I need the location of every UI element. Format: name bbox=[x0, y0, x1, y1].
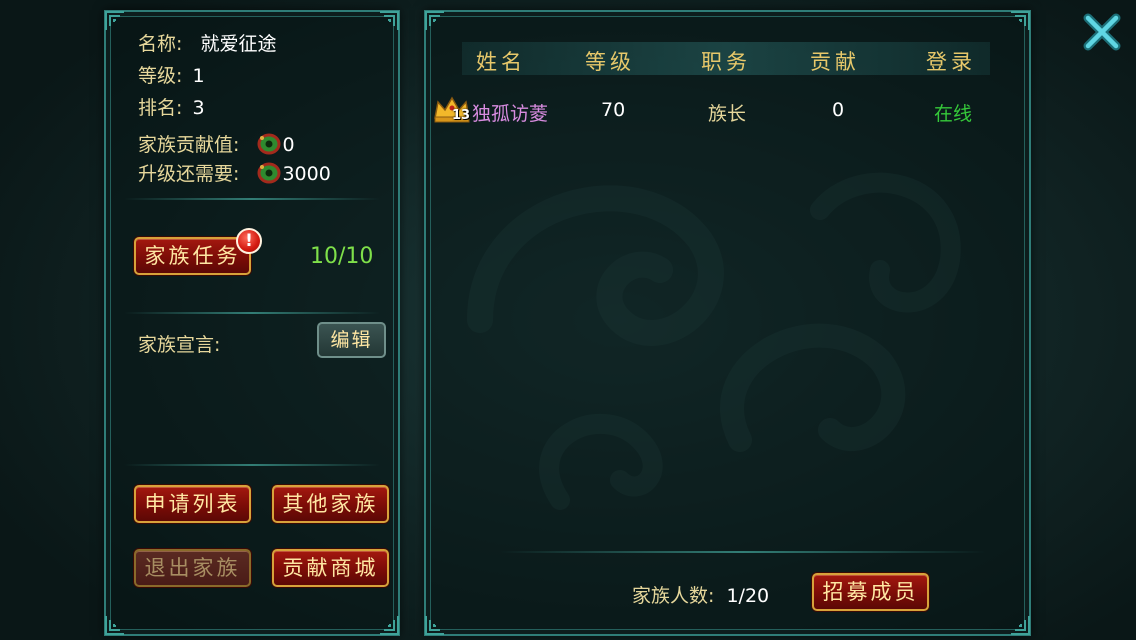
member-contribution: 0 bbox=[832, 99, 845, 121]
divider bbox=[124, 464, 380, 466]
member-count-label: 家族人数: bbox=[632, 585, 715, 607]
apply-list-button[interactable]: 申请列表 bbox=[134, 485, 251, 523]
header-contribution: 贡献 bbox=[810, 50, 860, 74]
corner-ornament bbox=[104, 10, 126, 32]
header-login: 登录 bbox=[926, 50, 976, 74]
family-rank-row: 排名: 3 bbox=[138, 93, 205, 120]
corner-ornament bbox=[424, 10, 446, 32]
contribution-shop-button[interactable]: 贡献商城 bbox=[272, 549, 389, 587]
header-level: 等级 bbox=[585, 50, 635, 74]
vip-level-badge: 13 bbox=[452, 108, 471, 123]
family-name-value: 就爱征途 bbox=[200, 33, 277, 55]
divider bbox=[124, 312, 380, 314]
divider bbox=[500, 551, 986, 553]
coin-icon bbox=[257, 133, 281, 155]
corner-ornament bbox=[378, 614, 400, 636]
alert-badge-icon: ! bbox=[236, 228, 262, 254]
corner-ornament bbox=[1009, 614, 1031, 636]
family-level-row: 等级: 1 bbox=[138, 61, 205, 88]
family-level-label: 等级: bbox=[138, 65, 183, 87]
corner-ornament bbox=[1009, 10, 1031, 32]
member-position: 族长 bbox=[708, 103, 747, 125]
upgrade-row: 升级还需要: 3000 bbox=[138, 159, 331, 186]
upgrade-value: 3000 bbox=[282, 163, 331, 185]
task-progress: 10/10 bbox=[310, 244, 374, 269]
family-level-value: 1 bbox=[192, 65, 205, 87]
contribution-row: 家族贡献值: 0 bbox=[138, 130, 295, 157]
corner-ornament bbox=[378, 10, 400, 32]
family-name-label: 名称: bbox=[138, 33, 183, 55]
leave-family-button[interactable]: 退出家族 bbox=[134, 549, 251, 587]
recruit-members-button[interactable]: 招募成员 bbox=[812, 573, 929, 611]
coin-icon bbox=[257, 162, 281, 184]
corner-ornament bbox=[104, 614, 126, 636]
contribution-label: 家族贡献值: bbox=[138, 134, 240, 156]
contribution-value: 0 bbox=[282, 134, 295, 156]
header-name: 姓名 bbox=[476, 50, 526, 74]
member-count-row: 家族人数: 1/20 bbox=[632, 581, 769, 608]
member-level: 70 bbox=[601, 99, 626, 121]
upgrade-label: 升级还需要: bbox=[138, 163, 240, 185]
family-task-button[interactable]: 家族任务 bbox=[134, 237, 251, 275]
edit-declaration-button[interactable]: 编辑 bbox=[317, 322, 386, 358]
divider bbox=[124, 198, 380, 200]
family-rank-label: 排名: bbox=[138, 97, 183, 119]
member-name: 独孤访菱 bbox=[472, 103, 549, 125]
member-count-value: 1/20 bbox=[726, 585, 770, 607]
family-name-row: 名称: 就爱征途 bbox=[138, 29, 276, 56]
declaration-label: 家族宣言: bbox=[138, 334, 221, 356]
family-rank-value: 3 bbox=[192, 97, 205, 119]
header-position: 职务 bbox=[701, 50, 751, 74]
close-x-icon[interactable] bbox=[1082, 12, 1122, 52]
member-status: 在线 bbox=[934, 103, 973, 125]
other-families-button[interactable]: 其他家族 bbox=[272, 485, 389, 523]
corner-ornament bbox=[424, 614, 446, 636]
